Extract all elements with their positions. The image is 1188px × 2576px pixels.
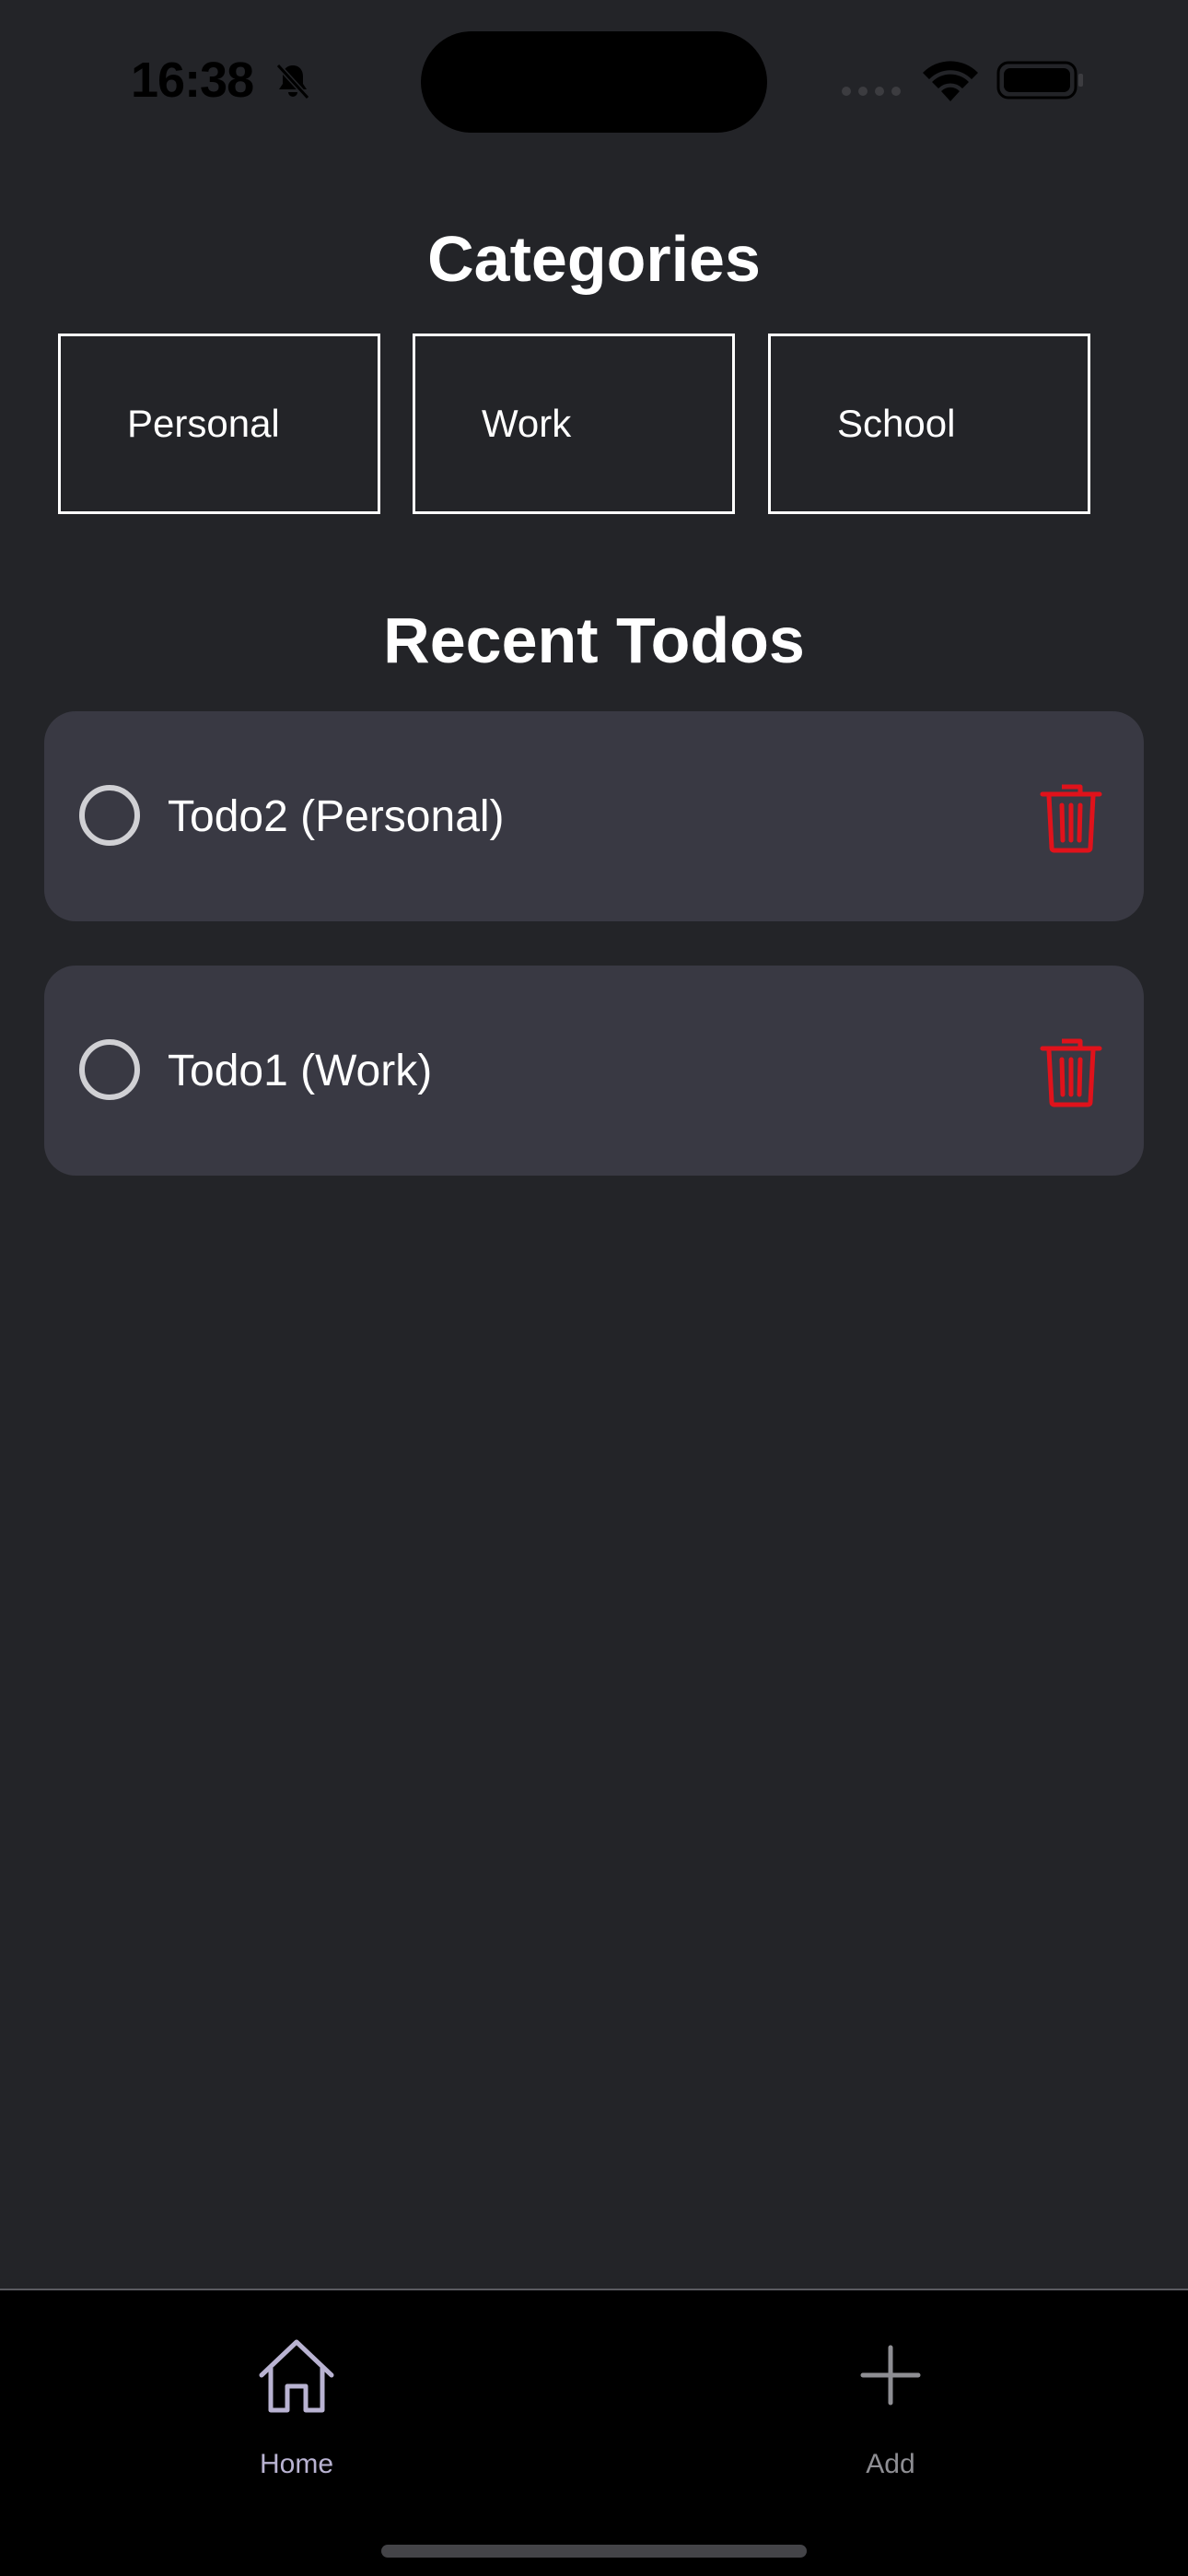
- todo-checkbox[interactable]: [79, 785, 140, 846]
- status-bar: 16:38: [0, 0, 1188, 162]
- category-label: Work: [482, 402, 572, 445]
- category-school[interactable]: School: [768, 334, 1090, 514]
- todo-item[interactable]: Todo1 (Work): [44, 966, 1144, 1176]
- plus-icon: [860, 2345, 921, 2406]
- trash-icon[interactable]: [1039, 781, 1103, 853]
- tab-add[interactable]: Add: [752, 2290, 1029, 2502]
- todo-checkbox[interactable]: [79, 1039, 140, 1100]
- category-work[interactable]: Work: [413, 334, 735, 514]
- wifi-icon: [923, 61, 978, 101]
- app-screen: 16:38 Categories Personal Work School Re…: [0, 0, 1188, 2576]
- dynamic-island: [421, 31, 767, 133]
- trash-icon[interactable]: [1039, 1036, 1103, 1107]
- tab-label: Add: [866, 2449, 915, 2479]
- signal-icon: [842, 87, 901, 96]
- todo-item[interactable]: Todo2 (Personal): [44, 711, 1144, 921]
- todo-text: Todo2 (Personal): [168, 791, 505, 841]
- category-label: Personal: [127, 402, 280, 445]
- status-time: 16:38: [131, 53, 254, 108]
- category-personal[interactable]: Personal: [58, 334, 380, 514]
- categories-title: Categories: [427, 223, 761, 295]
- tab-label: Home: [259, 2449, 334, 2479]
- todo-text: Todo1 (Work): [168, 1046, 433, 1095]
- home-icon: [259, 2339, 334, 2413]
- home-indicator: [381, 2545, 807, 2558]
- tab-home[interactable]: Home: [158, 2290, 435, 2502]
- bell-slash-icon: [275, 63, 310, 100]
- recent-todos-title: Recent Todos: [383, 604, 805, 676]
- battery-icon: [996, 61, 1083, 100]
- category-label: School: [837, 402, 956, 445]
- tab-bar: Home Add: [0, 2289, 1188, 2576]
